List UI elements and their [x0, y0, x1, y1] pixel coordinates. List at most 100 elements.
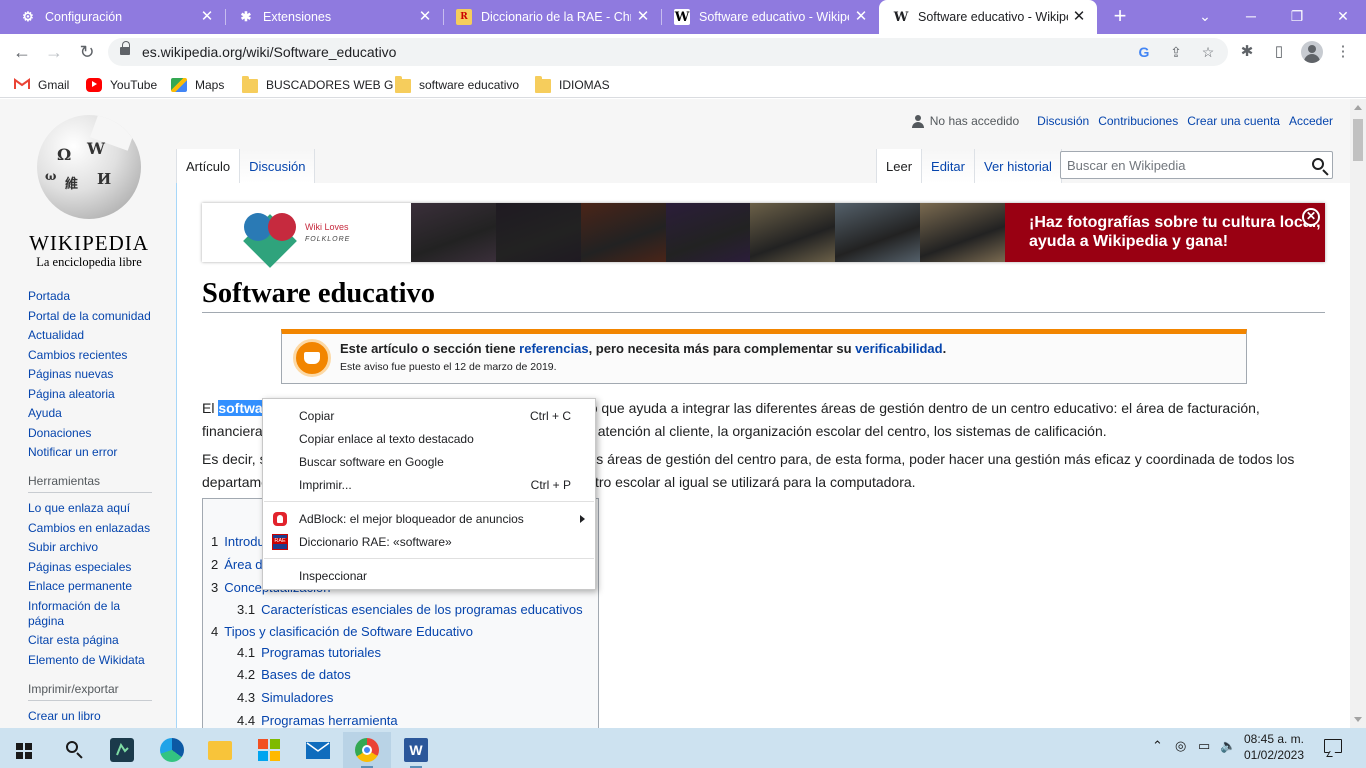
- menu-item-diccionario-rae[interactable]: Diccionario RAE: «software»: [263, 531, 595, 553]
- toc-item[interactable]: 4.1 Programas tutoriales: [237, 645, 381, 660]
- page-scrollbar[interactable]: [1350, 99, 1366, 728]
- wiki-loves-folklore-banner[interactable]: Wiki Loves FOLKLORE ¡Haz fotografías sob…: [202, 203, 1325, 268]
- sidebar-item-elemento-wikidata[interactable]: Elemento de Wikidata: [28, 653, 158, 668]
- bookmark-folder-idiomas[interactable]: IDIOMAS: [535, 75, 610, 94]
- tab-software-educativo-active[interactable]: W Software educativo - Wikipedi ✕: [879, 0, 1097, 34]
- bookmark-maps[interactable]: Maps: [171, 76, 224, 94]
- taskbar-app-chrome[interactable]: [343, 732, 391, 768]
- sidebar-item-portada[interactable]: Portada: [28, 289, 158, 304]
- bookmark-gmail[interactable]: Gmail: [14, 76, 69, 94]
- close-icon[interactable]: ✕: [417, 9, 433, 25]
- close-window-button[interactable]: ✕: [1320, 0, 1366, 34]
- menu-item-inspeccionar[interactable]: Inspeccionar: [263, 565, 595, 587]
- chrome-menu-icon[interactable]: ⋮: [1333, 42, 1353, 62]
- close-icon[interactable]: ✕: [853, 9, 869, 25]
- system-clock[interactable]: 08:45 a. m. 01/02/2023: [1240, 731, 1308, 763]
- menu-item-copiar[interactable]: Copiar Ctrl + C: [263, 405, 595, 427]
- tab-diccionario-rae[interactable]: R Diccionario de la RAE - Chrom ✕: [436, 0, 661, 34]
- notice-link-referencias[interactable]: referencias: [519, 341, 588, 356]
- back-button[interactable]: ←: [9, 40, 35, 64]
- sidebar-item-lo-que-enlaza[interactable]: Lo que enlaza aquí: [28, 501, 158, 516]
- sidebar-item-donaciones[interactable]: Donaciones: [28, 426, 158, 441]
- reload-button[interactable]: ↻: [74, 40, 100, 64]
- taskbar-search-button[interactable]: [50, 732, 98, 768]
- lock-icon[interactable]: [120, 41, 130, 57]
- wikipedia-logo[interactable]: Ω W 維 И ω WIKIPEDIA La enciclopedia libr…: [20, 115, 158, 269]
- tab-configuracion[interactable]: ⚙ Configuración ✕: [0, 0, 225, 34]
- volume-icon[interactable]: 🔈: [1220, 738, 1236, 754]
- notice-link-verificabilidad[interactable]: verificabilidad: [855, 341, 942, 356]
- network-icon[interactable]: ▭: [1198, 738, 1210, 754]
- sidebar-item-citar-pagina[interactable]: Citar esta página: [28, 633, 158, 648]
- user-link-acceder[interactable]: Acceder: [1289, 114, 1333, 128]
- close-icon[interactable]: ✕: [1071, 9, 1087, 25]
- sidebar-item-cambios-recientes[interactable]: Cambios recientes: [28, 348, 158, 363]
- toc-item[interactable]: 4.4 Programas herramienta: [237, 713, 398, 728]
- profile-avatar[interactable]: [1301, 41, 1323, 63]
- minimize-button[interactable]: ─: [1228, 0, 1274, 34]
- tab-software-educativo-1[interactable]: W Software educativo - Wikipedi ✕: [654, 0, 879, 34]
- menu-item-adblock[interactable]: AdBlock: el mejor bloqueador de anuncios: [263, 508, 595, 530]
- forward-button[interactable]: →: [41, 40, 67, 64]
- sidebar-item-notificar-error[interactable]: Notificar un error: [28, 445, 158, 460]
- toc-item[interactable]: 4.2 Bases de datos: [237, 667, 351, 682]
- chevron-up-icon[interactable]: ⌃: [1152, 738, 1163, 754]
- toc-item[interactable]: 3.1 Características esenciales de los pro…: [237, 602, 583, 617]
- scroll-down-icon[interactable]: [1354, 717, 1362, 722]
- sidebar-item-subir-archivo[interactable]: Subir archivo: [28, 540, 158, 555]
- close-icon[interactable]: ✕: [199, 9, 215, 25]
- tab-discusion[interactable]: Discusión: [240, 149, 316, 183]
- bookmark-star-icon[interactable]: ☆: [1199, 43, 1217, 61]
- meet-now-icon[interactable]: ◎: [1175, 738, 1186, 754]
- sidebar-item-pagina-aleatoria[interactable]: Página aleatoria: [28, 387, 158, 402]
- share-icon[interactable]: ⇪: [1167, 43, 1185, 61]
- user-link-discusion[interactable]: Discusión: [1037, 114, 1089, 128]
- url-text[interactable]: es.wikipedia.org/wiki/Software_educativo: [142, 44, 396, 60]
- toc-item[interactable]: 1 Introdu: [211, 534, 265, 549]
- scrollbar-thumb[interactable]: [1353, 119, 1363, 161]
- user-link-crear-cuenta[interactable]: Crear una cuenta: [1187, 114, 1280, 128]
- tab-extensiones[interactable]: ✱ Extensiones ✕: [218, 0, 443, 34]
- sidebar-item-informacion-pagina[interactable]: Información de la página: [28, 599, 128, 629]
- selected-text[interactable]: softwa: [218, 400, 263, 416]
- scroll-up-icon[interactable]: [1354, 105, 1362, 110]
- sidebar-item-paginas-nuevas[interactable]: Páginas nuevas: [28, 367, 158, 382]
- side-panel-icon[interactable]: ▯: [1269, 42, 1289, 62]
- sidebar-item-paginas-especiales[interactable]: Páginas especiales: [28, 560, 158, 575]
- extensions-puzzle-icon[interactable]: ✱: [1237, 42, 1257, 62]
- sidebar-item-crear-libro[interactable]: Crear un libro: [28, 709, 158, 724]
- wiki-search-input[interactable]: [1061, 152, 1301, 178]
- tab-ver-historial[interactable]: Ver historial: [975, 149, 1062, 183]
- menu-item-imprimir[interactable]: Imprimir... Ctrl + P: [263, 474, 595, 496]
- toc-item[interactable]: 4.3 Simuladores: [237, 690, 333, 705]
- start-button[interactable]: [0, 732, 48, 768]
- sidebar-item-ayuda[interactable]: Ayuda: [28, 406, 158, 421]
- notifications-icon[interactable]: [1324, 739, 1342, 753]
- tab-articulo[interactable]: Artículo: [176, 149, 241, 183]
- taskbar-app-store[interactable]: [245, 732, 293, 768]
- menu-item-buscar-google[interactable]: Buscar software en Google: [263, 451, 595, 473]
- toc-item[interactable]: 4 Tipos y clasificación de Software Educa…: [211, 624, 473, 639]
- tab-search-chevron-icon[interactable]: ⌄: [1182, 0, 1228, 34]
- close-icon[interactable]: ✕: [1302, 208, 1320, 226]
- taskbar-app-mail[interactable]: [294, 732, 342, 768]
- sidebar-item-actualidad[interactable]: Actualidad: [28, 328, 158, 343]
- new-tab-button[interactable]: +: [1108, 5, 1132, 29]
- address-bar[interactable]: es.wikipedia.org/wiki/Software_educativo…: [108, 38, 1228, 66]
- taskbar-app-edge[interactable]: [148, 732, 196, 768]
- close-icon[interactable]: ✕: [635, 9, 651, 25]
- restore-button[interactable]: ❐: [1274, 0, 1320, 34]
- toc-item[interactable]: 2 Área d: [211, 557, 263, 572]
- tab-leer[interactable]: Leer: [876, 149, 923, 183]
- user-link-contribuciones[interactable]: Contribuciones: [1098, 114, 1178, 128]
- taskbar-app-security[interactable]: [98, 732, 146, 768]
- sidebar-item-portal-comunidad[interactable]: Portal de la comunidad: [28, 309, 158, 324]
- google-translate-icon[interactable]: G: [1135, 43, 1153, 61]
- sidebar-item-cambios-enlazadas[interactable]: Cambios en enlazadas: [28, 521, 158, 536]
- search-icon[interactable]: [1312, 158, 1324, 170]
- taskbar-app-explorer[interactable]: [196, 732, 244, 768]
- tab-editar[interactable]: Editar: [922, 149, 975, 183]
- menu-item-copiar-enlace[interactable]: Copiar enlace al texto destacado: [263, 428, 595, 450]
- bookmark-folder-software[interactable]: software educativo: [395, 75, 519, 94]
- sidebar-item-enlace-permanente[interactable]: Enlace permanente: [28, 579, 158, 594]
